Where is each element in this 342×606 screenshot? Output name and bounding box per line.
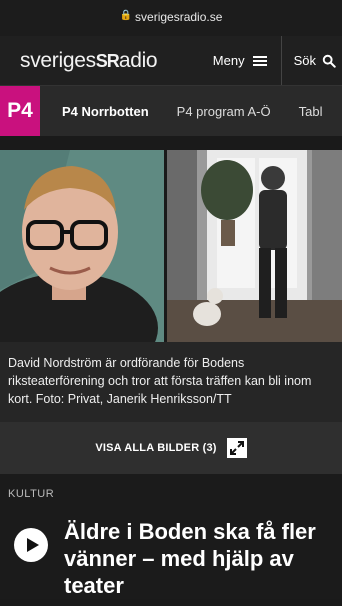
article-headline: Äldre i Boden ska få fler vänner – med h…	[64, 519, 316, 598]
window-photo	[167, 150, 342, 342]
article-section: KULTUR Äldre i Boden ska få fler vänner …	[0, 474, 342, 599]
play-button[interactable]	[14, 528, 48, 562]
portrait-photo	[0, 150, 164, 342]
spacer	[0, 136, 342, 150]
nav-link-tabla[interactable]: Tabl	[299, 104, 323, 119]
show-all-images-button[interactable]: VISA ALLA BILDER (3)	[0, 422, 342, 474]
photo-caption: David Nordström är ordförande för Bodens…	[0, 342, 342, 422]
play-icon	[26, 538, 39, 552]
search-icon	[322, 54, 336, 68]
menu-button[interactable]: Meny	[213, 36, 282, 85]
nav-link-program[interactable]: P4 program A-Ö	[177, 104, 271, 119]
sveriges-radio-logo[interactable]: sverigesSRadio	[0, 49, 213, 73]
search-label: Sök	[293, 53, 316, 68]
hamburger-icon	[252, 54, 267, 68]
channel-nav: P4 P4 Norrbotten P4 program A-Ö Tabl	[0, 86, 342, 136]
lock-icon: 🔒	[119, 10, 133, 21]
menu-label: Meny	[212, 53, 245, 68]
url-bar[interactable]: 🔒 sverigesradio.se	[0, 0, 342, 36]
photo-gallery[interactable]	[0, 150, 342, 342]
site-header: sverigesSRadio Meny Sök	[0, 36, 342, 86]
p4-logo[interactable]: P4	[0, 86, 40, 136]
channel-title[interactable]: P4 Norrbotten	[62, 104, 149, 119]
category-label[interactable]: KULTUR	[8, 488, 342, 500]
show-all-images-label: VISA ALLA BILDER (3)	[95, 442, 217, 454]
url-text: sverigesradio.se	[135, 10, 223, 24]
search-button[interactable]: Sök	[282, 53, 342, 68]
expand-icon	[226, 438, 247, 458]
